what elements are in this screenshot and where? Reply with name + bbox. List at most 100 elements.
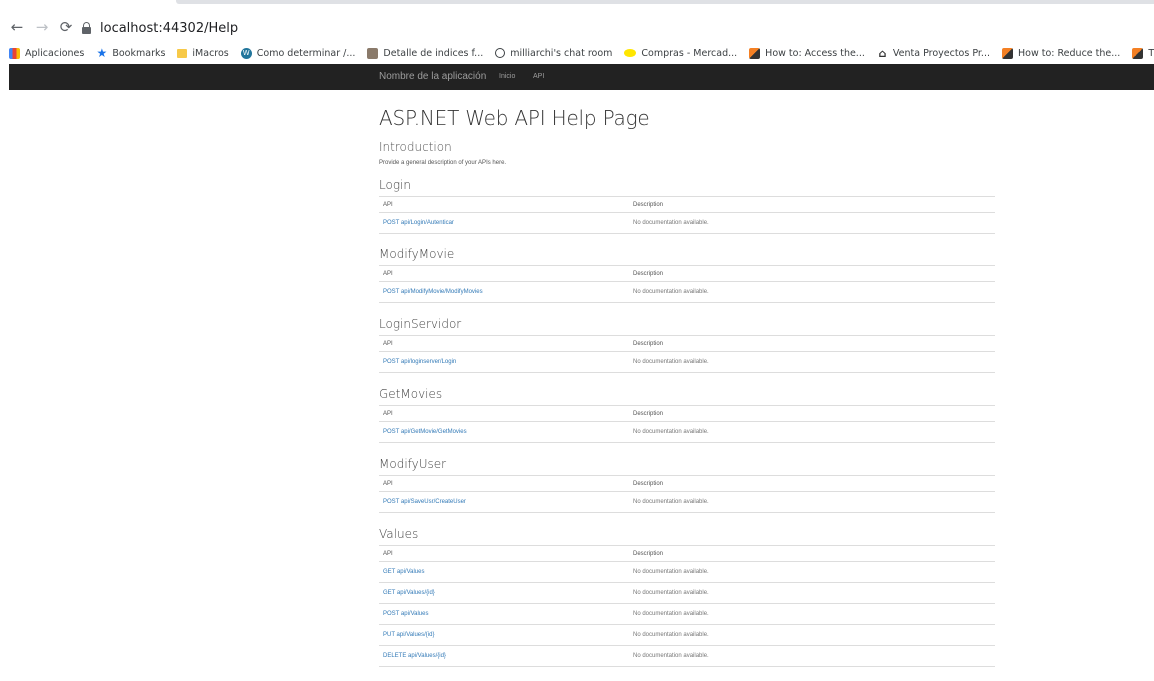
forward-arrow-icon[interactable]: →	[34, 19, 50, 35]
api-cell: POST api/Login/Autenticar	[379, 212, 629, 234]
api-endpoint-link[interactable]: POST api/GetMovie/GetMovies	[383, 429, 467, 435]
wordpress-icon: W	[240, 47, 252, 59]
bookmark-item[interactable]: W Como determinar /...	[240, 47, 355, 59]
stackoverflow-icon	[1002, 47, 1013, 59]
url-field[interactable]: localhost:44302/Help	[82, 19, 238, 37]
url-text[interactable]: localhost:44302/Help	[100, 21, 238, 36]
table-row: POST api/ModifyMovie/ModifyMovies No docu…	[379, 281, 995, 303]
api-endpoint-link[interactable]: PUT api/Values/{id}	[383, 632, 434, 638]
bookmark-item[interactable]: How to: Access the...	[749, 47, 865, 59]
bookmark-label: Compras - Mercad...	[641, 47, 738, 59]
bookmark-label: How to: Access the...	[765, 47, 865, 59]
column-header-api: API	[379, 405, 629, 422]
bookmark-item[interactable]: iMacros	[177, 47, 229, 59]
bookmark-label: Detalle de indices f...	[383, 47, 484, 59]
bookmark-label: Venta Proyectos Pr...	[892, 47, 990, 59]
folder-icon	[177, 48, 188, 58]
api-cell: GET api/Values	[379, 561, 629, 583]
nav-link-inicio[interactable]: Inicio	[499, 73, 515, 80]
api-cell: POST api/ModifyMovie/ModifyMovies	[379, 281, 629, 303]
api-group: ModifyUser API Description POST api/SaveUsr…	[379, 457, 995, 513]
table-row: POST api/GetMovie/GetMovies No documentat…	[379, 421, 995, 443]
table-row: GET api/Values/{id} No documentation avai…	[379, 582, 995, 604]
api-description: No documentation available.	[629, 603, 995, 625]
api-group-title: GetMovies	[379, 387, 443, 401]
api-group-title: Login	[379, 178, 411, 192]
api-description: No documentation available.	[629, 421, 995, 443]
api-cell: POST api/Values	[379, 603, 629, 625]
column-header-description: Description	[629, 545, 995, 562]
bookmark-item[interactable]: ★ Bookmarks	[96, 46, 165, 60]
app-navbar: Nombre de la aplicación Inicio API	[9, 64, 1154, 90]
column-header-description: Description	[629, 405, 995, 422]
table-row: POST api/loginserver/Login No documentati…	[379, 351, 995, 373]
api-table-header: API Description	[379, 405, 995, 422]
back-arrow-icon[interactable]: ←	[9, 19, 25, 35]
bookmark-item[interactable]: ⌂ Venta Proyectos Pr...	[877, 46, 990, 60]
column-header-api: API	[379, 196, 629, 213]
api-description: No documentation available.	[629, 582, 995, 604]
stackoverflow-icon	[749, 47, 761, 59]
api-table: API Description POST api/GetMovie/GetMovie…	[379, 405, 995, 443]
navbar-brand[interactable]: Nombre de la aplicación	[379, 71, 486, 82]
api-group-title: ModifyMovie	[379, 247, 455, 261]
star-icon: ★	[96, 46, 108, 60]
bookmark-label: iMacros	[192, 47, 229, 59]
column-header-description: Description	[629, 335, 995, 352]
column-header-api: API	[379, 335, 629, 352]
reload-icon[interactable]: ⟳	[58, 19, 74, 35]
api-endpoint-link[interactable]: POST api/loginserver/Login	[383, 359, 456, 365]
api-endpoint-link[interactable]: POST api/Values	[383, 611, 428, 617]
bookmark-item[interactable]: Compras - Mercad...	[624, 48, 737, 59]
bookmark-label: Aplicaciones	[25, 47, 85, 59]
api-group-title: LoginServidor	[379, 317, 462, 331]
nav-link-api[interactable]: API	[533, 73, 544, 80]
api-description: No documentation available.	[629, 645, 995, 667]
api-group: LoginServidor API Description POST api/logi…	[379, 317, 995, 373]
column-header-description: Description	[629, 475, 995, 492]
api-endpoint-link[interactable]: POST api/ModifyMovie/ModifyMovies	[383, 289, 483, 295]
api-description: No documentation available.	[629, 491, 995, 513]
api-description: No documentation available.	[629, 212, 995, 234]
bookmarks-bar: Aplicaciones ★ Bookmarks iMacros W Como deter…	[0, 42, 1154, 64]
api-cell: POST api/loginserver/Login	[379, 351, 629, 373]
api-cell: DELETE api/Values/{id}	[379, 645, 629, 667]
table-row: GET api/Values No documentation available…	[379, 561, 995, 583]
bookmark-item[interactable]: Detalle de indices f...	[367, 47, 484, 59]
api-table-header: API Description	[379, 545, 995, 562]
api-table: API Description POST api/ModifyMovie/Modif…	[379, 265, 995, 303]
api-group: Login API Description POST api/Login/Autent…	[379, 178, 995, 234]
bookmark-item[interactable]: How to: Reduce the...	[1002, 47, 1120, 59]
photo-icon	[367, 47, 379, 59]
table-row: POST api/Values No documentation availabl…	[379, 603, 995, 625]
house-icon: ⌂	[878, 46, 887, 60]
api-table-header: API Description	[379, 335, 995, 352]
api-table: API Description GET api/Values No documenta…	[379, 545, 995, 667]
api-description: No documentation available.	[629, 624, 995, 646]
bookmark-item[interactable]: milliarchi's chat room	[495, 48, 612, 59]
api-group: GetMovies API Description POST api/GetMovie…	[379, 387, 995, 443]
api-table-header: API Description	[379, 265, 995, 282]
api-table: API Description POST api/Login/Autenticar N…	[379, 196, 995, 234]
api-endpoint-link[interactable]: DELETE api/Values/{id}	[383, 653, 446, 659]
column-header-api: API	[379, 545, 629, 562]
api-group-title: ModifyUser	[379, 457, 447, 471]
table-row: PUT api/Values/{id} No documentation avai…	[379, 624, 995, 646]
api-cell: POST api/SaveUsr/CreateUser	[379, 491, 629, 513]
api-group-title: Values	[379, 527, 419, 541]
api-endpoint-link[interactable]: GET api/Values/{id}	[383, 590, 435, 596]
table-row: DELETE api/Values/{id} No documentation a…	[379, 645, 995, 667]
api-description: No documentation available.	[629, 561, 995, 583]
api-endpoint-link[interactable]: POST api/Login/Autenticar	[383, 220, 454, 226]
api-endpoint-link[interactable]: GET api/Values	[383, 569, 424, 575]
column-header-description: Description	[629, 265, 995, 282]
bookmark-item[interactable]: T529864 - Why is R...	[1132, 47, 1154, 59]
table-row: POST api/Login/Autenticar No documentatio…	[379, 212, 995, 234]
bookmark-item[interactable]: Aplicaciones	[9, 47, 85, 59]
api-endpoint-link[interactable]: POST api/SaveUsr/CreateUser	[383, 499, 466, 505]
column-header-description: Description	[629, 196, 995, 213]
api-cell: GET api/Values/{id}	[379, 582, 629, 604]
api-table: API Description POST api/SaveUsr/CreateUse…	[379, 475, 995, 513]
page-title: ASP.NET Web API Help Page	[379, 106, 650, 130]
introduction-text: Provide a general description of your AP…	[379, 160, 507, 166]
